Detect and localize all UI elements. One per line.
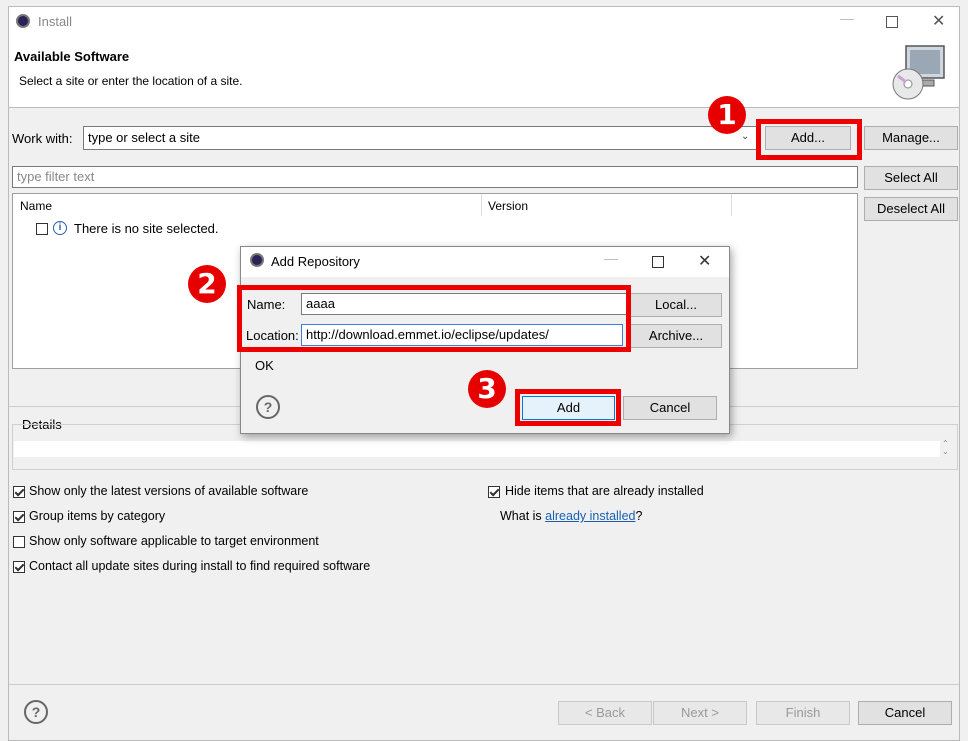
- minimize-icon[interactable]: —: [840, 10, 854, 26]
- what-is-prefix: What is: [500, 509, 546, 523]
- column-header-name[interactable]: Name: [20, 199, 52, 213]
- contact-update-sites-label: Contact all update sites during install …: [29, 559, 371, 573]
- what-is-suffix: ?: [635, 509, 643, 523]
- step-2-badge: 2: [188, 265, 226, 303]
- highlight-repo-fields: [237, 285, 631, 352]
- maximize-icon[interactable]: [886, 16, 898, 28]
- details-text-area: [14, 441, 940, 457]
- dialog-cancel-button[interactable]: Cancel: [623, 396, 717, 420]
- already-installed-link[interactable]: already installed: [545, 509, 635, 523]
- latest-versions-checkbox[interactable]: [13, 486, 25, 498]
- close-icon[interactable]: ✕: [932, 11, 945, 31]
- window-title: Install: [38, 14, 72, 29]
- dialog-minimize-icon[interactable]: —: [604, 250, 618, 266]
- eclipse-icon: [16, 14, 30, 28]
- chevron-down-icon[interactable]: ⌄: [741, 131, 749, 142]
- page-subtitle: Select a site or enter the location of a…: [19, 74, 243, 88]
- highlight-add-button: [756, 119, 862, 160]
- column-divider: [481, 194, 482, 216]
- finish-button[interactable]: Finish: [756, 701, 850, 725]
- filter-input[interactable]: type filter text: [12, 166, 858, 188]
- hide-installed-label: Hide items that are already installed: [505, 484, 704, 498]
- dialog-close-icon[interactable]: ✕: [698, 251, 711, 271]
- highlight-add-repository-button: [515, 389, 621, 426]
- latest-versions-label: Show only the latest versions of availab…: [29, 484, 309, 498]
- target-environment-label: Show only software applicable to target …: [29, 534, 319, 548]
- column-divider: [731, 194, 732, 216]
- help-icon[interactable]: ?: [24, 700, 48, 724]
- contact-update-sites-checkbox[interactable]: [13, 561, 25, 573]
- cancel-button[interactable]: Cancel: [858, 701, 952, 725]
- work-with-combo[interactable]: type or select a site: [83, 126, 757, 150]
- manage-button[interactable]: Manage...: [864, 126, 958, 150]
- dialog-eclipse-icon: [250, 253, 264, 267]
- work-with-label: Work with:: [12, 131, 73, 146]
- dialog-status-text: OK: [255, 358, 274, 373]
- dialog-maximize-icon[interactable]: [652, 256, 664, 268]
- back-button[interactable]: < Back: [558, 701, 652, 725]
- what-is-installed-text: What is already installed?: [500, 509, 642, 523]
- dialog-help-icon[interactable]: ?: [256, 395, 280, 419]
- step-3-badge: 3: [468, 370, 506, 408]
- step-1-badge: 1: [708, 96, 746, 134]
- hide-installed-checkbox[interactable]: [488, 486, 500, 498]
- select-all-button[interactable]: Select All: [864, 166, 958, 190]
- info-icon: i: [53, 221, 67, 235]
- group-by-category-label: Group items by category: [29, 509, 166, 523]
- column-header-version[interactable]: Version: [488, 199, 528, 213]
- title-bar: [9, 7, 959, 39]
- footer-divider: [9, 684, 959, 685]
- next-button[interactable]: Next >: [653, 701, 747, 725]
- group-by-category-checkbox[interactable]: [13, 511, 25, 523]
- local-button[interactable]: Local...: [630, 293, 722, 317]
- page-heading: Available Software: [14, 49, 130, 64]
- table-row-checkbox[interactable]: [36, 223, 48, 235]
- scroll-arrows-icon[interactable]: ⌃ ⌄: [942, 440, 949, 456]
- empty-table-message: There is no site selected.: [74, 221, 219, 236]
- archive-button[interactable]: Archive...: [630, 324, 722, 348]
- target-environment-checkbox[interactable]: [13, 536, 25, 548]
- deselect-all-button[interactable]: Deselect All: [864, 197, 958, 221]
- install-banner-icon: [890, 44, 948, 102]
- dialog-title: Add Repository: [271, 254, 360, 269]
